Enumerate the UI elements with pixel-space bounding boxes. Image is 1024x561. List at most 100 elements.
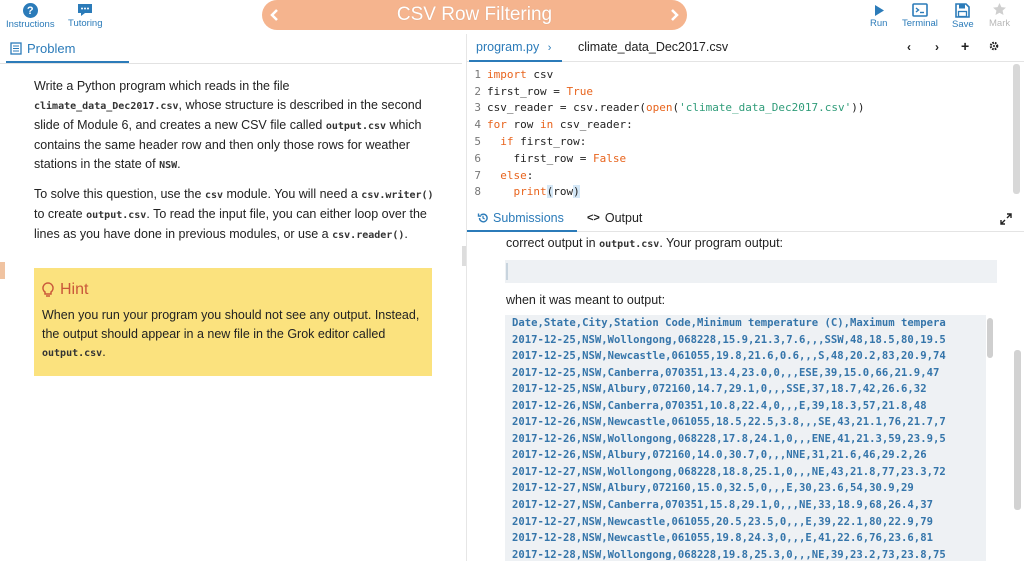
expected-output-box: Date,State,City,Station Code,Minimum tem… — [505, 315, 986, 561]
output-message-suffix: . Your program output: — [659, 236, 784, 250]
history-icon — [477, 213, 488, 223]
page-title: CSV Row Filtering — [396, 4, 553, 25]
code-line: 6 first_row = False — [467, 150, 1012, 167]
expand-icon[interactable] — [1000, 213, 1012, 225]
code-text: )) — [851, 101, 865, 115]
code-text: row — [553, 185, 574, 199]
code-keyword: else — [500, 168, 527, 182]
expected-output-line: 2017-12-28,NSW,Newcastle,061055,19.8,24.… — [512, 532, 933, 545]
problem-paragraph-2: To solve this question, use the csv modu… — [34, 187, 434, 241]
line-number: 2 — [474, 84, 481, 98]
code-line: 3 csv_reader = csv.reader(open('climate_d… — [467, 100, 1012, 117]
expected-output-line: 2017-12-27,NSW,Canberra,070351,15.8,29.1… — [512, 499, 933, 512]
question-circle-icon: ? — [22, 3, 38, 18]
program-output-box — [505, 260, 997, 283]
hint-header: Hint — [42, 281, 88, 299]
output-message: correct output in output.csv. Your progr… — [506, 236, 783, 250]
title-bar: CSV Row Filtering — [262, 0, 687, 30]
chevron-right-icon[interactable] — [667, 8, 681, 22]
tutoring-button[interactable]: Tutoring — [68, 0, 103, 29]
code-text: : — [526, 168, 534, 182]
tab-problem[interactable]: Problem — [6, 36, 75, 61]
mark-button[interactable]: Mark — [989, 0, 1010, 29]
code-text: first_row: — [513, 135, 587, 149]
expected-output-line: 2017-12-27,NSW,Wollongong,068228,18.8,25… — [512, 465, 946, 478]
save-button[interactable]: Save — [952, 0, 974, 30]
inline-code: output.csv — [42, 348, 103, 359]
code-line: 1 import csv — [467, 66, 1012, 83]
editor-scrollbar[interactable] — [1013, 64, 1020, 194]
expected-output-scrollbar[interactable] — [987, 318, 993, 358]
divider — [0, 63, 462, 64]
code-brackets-icon: <> — [587, 212, 600, 224]
inline-code: NSW — [159, 160, 178, 171]
mark-label: Mark — [989, 18, 1011, 29]
instructions-button[interactable]: ? Instructions — [6, 0, 55, 30]
expected-output-line: 2017-12-25,NSW,Wollongong,068228,15.9,21… — [512, 333, 946, 346]
terminal-button[interactable]: Terminal — [902, 0, 938, 29]
code-text: first_row = — [487, 84, 567, 98]
matched-paren: ( — [546, 185, 554, 199]
code-keyword: open — [645, 101, 673, 115]
code-text: csv — [526, 67, 554, 81]
code-text: row — [506, 118, 540, 132]
chevron-right-icon: › — [547, 42, 552, 54]
line-number: 6 — [474, 151, 481, 165]
line-number: 1 — [474, 67, 481, 81]
code-string: 'climate_data_Dec2017.csv' — [679, 101, 852, 115]
code-keyword: False — [592, 151, 627, 165]
floppy-icon — [955, 3, 971, 18]
chevron-left-icon[interactable] — [268, 8, 282, 22]
expected-output-line: 2017-12-27,NSW,Albury,072160,15.0,32.5,0… — [512, 482, 914, 495]
inline-code: csv.reader() — [332, 230, 405, 241]
inline-code: climate_data_Dec2017.csv — [34, 101, 179, 112]
run-label: Run — [870, 18, 888, 29]
tab-submissions[interactable]: Submissions — [477, 211, 564, 225]
output-panel-scrollbar[interactable] — [1014, 350, 1021, 510]
inline-code: output.csv — [86, 210, 147, 221]
add-file-icon[interactable]: + — [961, 38, 969, 54]
tab-output[interactable]: <> Output — [587, 211, 642, 225]
output-filename: output.csv — [599, 239, 660, 250]
gear-icon[interactable] — [989, 40, 999, 54]
expected-output-line: 2017-12-26,NSW,Wollongong,068228,17.8,24… — [512, 432, 946, 445]
editor-tabs: program.py › climate_data_Dec2017.csv ‹ … — [467, 34, 1024, 62]
expected-output-line: 2017-12-27,NSW,Newcastle,061055,20.5,23.… — [512, 515, 933, 528]
tab-program-py-label: program.py — [476, 40, 540, 54]
tab-climate-data-csv[interactable]: climate_data_Dec2017.csv — [578, 40, 728, 54]
line-number: 5 — [474, 135, 481, 149]
code-keyword: if — [500, 135, 514, 149]
tab-problem-label: Problem — [27, 41, 76, 56]
run-button[interactable]: Run — [870, 0, 887, 29]
expected-output-line: 2017-12-25,NSW,Albury,072160,14.7,29.1,0… — [512, 383, 927, 396]
line-number: 4 — [474, 118, 481, 132]
tab-output-label: Output — [604, 211, 643, 225]
chevron-right-icon[interactable]: › — [935, 40, 939, 54]
hint-box: Hint When you run your program you shoul… — [34, 268, 432, 376]
terminal-icon — [912, 3, 928, 17]
code-line: 4 for row in csv_reader: — [467, 116, 1012, 133]
tutoring-label: Tutoring — [68, 18, 103, 29]
expected-output-line: 2017-12-26,NSW,Newcastle,061055,18.5,22.… — [512, 416, 946, 429]
expected-output-line: 2017-12-25,NSW,Newcastle,061055,19.8,21.… — [512, 350, 946, 363]
instructions-label: Instructions — [6, 19, 55, 30]
code-editor[interactable]: 1 import csv 2 first_row = True 3 csv_reader … — [467, 66, 1012, 200]
star-icon — [993, 3, 1006, 15]
tab-active-indicator — [469, 60, 562, 62]
chat-icon — [78, 4, 93, 16]
chevron-left-icon[interactable]: ‹ — [907, 40, 911, 54]
code-text: ( — [672, 101, 680, 115]
save-label: Save — [952, 19, 974, 30]
tab-program-py[interactable]: program.py › — [476, 40, 551, 54]
code-line: 5 if first_row: — [467, 133, 1012, 150]
line-number: 7 — [474, 168, 481, 182]
terminal-label: Terminal — [902, 18, 938, 29]
code-text: csv_reader = csv.reader( — [487, 101, 646, 115]
code-text: first_row = — [487, 151, 593, 165]
expected-output-line: 2017-12-25,NSW,Canberra,070351,13.4,23.0… — [512, 366, 940, 379]
panel-edge-marker — [0, 262, 5, 279]
inline-code: csv — [204, 190, 223, 201]
line-number: 8 — [474, 185, 481, 199]
line-number: 3 — [474, 101, 481, 115]
